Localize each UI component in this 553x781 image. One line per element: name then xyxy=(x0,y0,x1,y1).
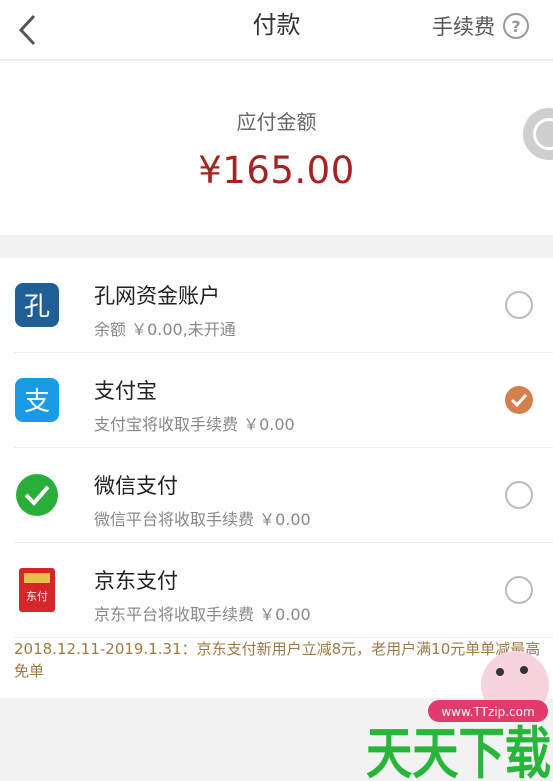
radio-unchecked-icon[interactable] xyxy=(505,481,533,509)
site-watermark-logo: www.TTzip.com 天天下载 xyxy=(366,651,551,781)
method-name: 支付宝 xyxy=(94,379,157,403)
jd-pay-icon: 东付 xyxy=(19,568,55,612)
watermark-text: 天天下载 xyxy=(366,722,551,781)
radio-checked-icon[interactable] xyxy=(505,386,533,414)
kongwang-icon: 孔 xyxy=(15,283,59,327)
method-name: 孔网资金账户 xyxy=(94,284,220,308)
fee-help-button[interactable]: 手续费 ? xyxy=(432,11,529,41)
amount-value: ¥165.00 xyxy=(198,149,355,192)
svg-text:东付: 东付 xyxy=(26,590,48,603)
svg-text:孔: 孔 xyxy=(24,292,50,322)
payment-method-kongwang[interactable]: 孔 孔网资金账户 余额 ￥0.00,未开通 xyxy=(14,258,553,353)
method-desc: 微信平台将收取手续费 ￥0.00 xyxy=(94,510,311,529)
method-desc: 京东平台将收取手续费 ￥0.00 xyxy=(94,605,311,624)
watermark-url: www.TTzip.com xyxy=(441,705,534,719)
question-circle-icon: ? xyxy=(503,13,529,39)
method-desc: 余额 ￥0.00,未开通 xyxy=(94,320,236,339)
radio-unchecked-icon[interactable] xyxy=(505,291,533,319)
top-bar: 付款 手续费 ? xyxy=(0,0,553,60)
svg-text:支: 支 xyxy=(24,387,50,417)
method-name: 京东支付 xyxy=(94,569,178,593)
radio-unchecked-icon[interactable] xyxy=(505,576,533,604)
alipay-icon: 支 xyxy=(15,378,59,422)
wechat-pay-icon xyxy=(16,474,58,516)
payment-method-wechat[interactable]: 微信支付 微信平台将收取手续费 ￥0.00 xyxy=(14,448,553,543)
amount-card: 应付金额 ¥165.00 xyxy=(0,61,553,235)
amount-label: 应付金额 xyxy=(236,110,317,134)
payment-method-alipay[interactable]: 支 支付宝 支付宝将收取手续费 ￥0.00 xyxy=(14,353,553,448)
method-name: 微信支付 xyxy=(94,474,178,498)
payment-method-jd[interactable]: 东付 京东支付 京东平台将收取手续费 ￥0.00 xyxy=(14,543,553,638)
fee-label: 手续费 xyxy=(432,15,495,39)
method-desc: 支付宝将收取手续费 ￥0.00 xyxy=(94,415,295,434)
payment-method-list: 孔 孔网资金账户 余额 ￥0.00,未开通 支 支付宝 支付宝将收取手续费 ￥0… xyxy=(0,258,553,698)
